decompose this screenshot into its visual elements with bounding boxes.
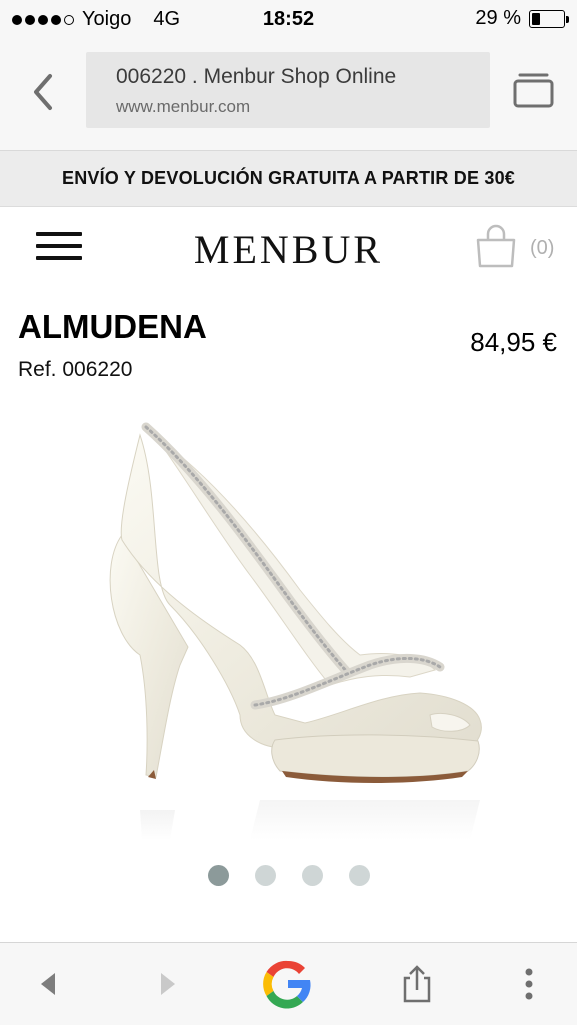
cart-button[interactable]: (0) xyxy=(474,224,564,270)
tabs-button[interactable] xyxy=(512,70,556,110)
share-button[interactable] xyxy=(392,959,442,1009)
url-host: www.menbur.com xyxy=(116,97,251,116)
status-right: 29 % xyxy=(475,7,569,30)
carousel-dot[interactable] xyxy=(301,865,323,886)
image-carousel-indicator xyxy=(0,865,577,886)
share-icon xyxy=(403,965,431,1003)
product-reference: Ref. 006220 xyxy=(18,358,133,381)
shopping-bag-icon xyxy=(476,224,516,268)
tabs-icon xyxy=(513,73,554,108)
product-price: 84,95 € xyxy=(470,327,557,357)
bridal-peep-toe-pump-image xyxy=(109,422,482,840)
address-bar[interactable]: 006220 . Menbur Shop Online www.menbur.c… xyxy=(86,52,490,128)
google-icon xyxy=(263,960,311,1009)
browser-back-button[interactable] xyxy=(24,70,64,114)
back-arrow-icon xyxy=(41,973,55,995)
toolbar-forward-button[interactable] xyxy=(142,959,192,1009)
battery-icon xyxy=(529,9,569,28)
free-shipping-banner: ENVÍO Y DEVOLUCIÓN GRATUITA A PARTIR DE … xyxy=(0,151,577,207)
carousel-dot[interactable] xyxy=(254,865,276,886)
product-image[interactable] xyxy=(90,415,490,845)
page-title: 006220 . Menbur Shop Online xyxy=(116,65,397,88)
more-options-button[interactable] xyxy=(504,959,554,1009)
chevron-left-icon xyxy=(34,74,52,110)
toolbar-back-button[interactable] xyxy=(24,959,74,1009)
promo-text: ENVÍO Y DEVOLUCIÓN GRATUITA A PARTIR DE … xyxy=(62,168,515,188)
status-bar: Yoigo 4G 18:52 29 % xyxy=(0,0,577,38)
battery-percentage: 29 % xyxy=(475,7,521,29)
product-name: ALMUDENA xyxy=(18,308,207,345)
cart-count: (0) xyxy=(530,237,555,259)
google-search-button[interactable] xyxy=(256,952,320,1016)
browser-bar: 006220 . Menbur Shop Online www.menbur.c… xyxy=(0,38,577,151)
forward-arrow-icon xyxy=(161,973,175,995)
carousel-dot[interactable] xyxy=(207,865,229,886)
carousel-dot[interactable] xyxy=(348,865,370,886)
more-options-icon xyxy=(525,968,533,1000)
browser-toolbar xyxy=(0,942,577,1025)
